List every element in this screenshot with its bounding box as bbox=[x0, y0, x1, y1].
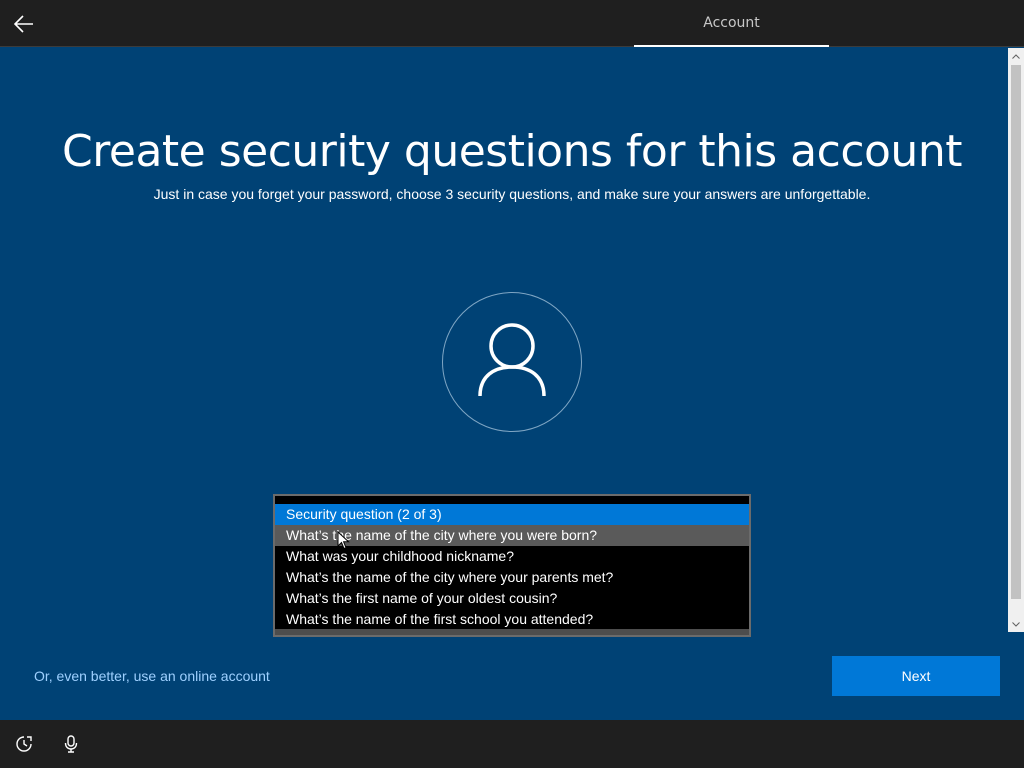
microphone-button[interactable] bbox=[61, 734, 81, 754]
dropdown-option-oldest-cousin[interactable]: What’s the first name of your oldest cou… bbox=[275, 588, 749, 609]
bottom-bar bbox=[0, 720, 1024, 768]
dropdown-option-placeholder[interactable]: Security question (2 of 3) bbox=[275, 504, 749, 525]
page-subtitle: Just in case you forget your password, c… bbox=[153, 186, 871, 202]
security-question-dropdown[interactable]: Security question (2 of 3) What’s the na… bbox=[273, 494, 751, 637]
page-title: Create security questions for this accou… bbox=[62, 126, 962, 177]
microphone-icon bbox=[64, 735, 78, 753]
online-account-link[interactable]: Or, even better, use an online account bbox=[34, 668, 270, 684]
ease-of-access-button[interactable] bbox=[14, 734, 34, 754]
next-button[interactable]: Next bbox=[832, 656, 1000, 696]
dropdown-bottom-edge bbox=[275, 629, 749, 635]
back-button[interactable] bbox=[8, 8, 40, 40]
avatar bbox=[442, 292, 582, 432]
ease-of-access-icon bbox=[16, 736, 32, 752]
mouse-cursor-icon bbox=[337, 531, 350, 550]
chevron-down-icon bbox=[1012, 621, 1020, 627]
scroll-up-button[interactable] bbox=[1008, 48, 1024, 64]
user-icon bbox=[478, 323, 546, 397]
tab-account[interactable]: Account bbox=[634, 0, 829, 47]
dropdown-option-parents-met-city[interactable]: What’s the name of the city where your p… bbox=[275, 567, 749, 588]
chevron-up-icon bbox=[1012, 53, 1020, 59]
dropdown-option-first-school[interactable]: What’s the name of the first school you … bbox=[275, 609, 749, 630]
scroll-down-button[interactable] bbox=[1008, 616, 1024, 632]
top-bar: Account bbox=[0, 0, 1024, 47]
arrow-left-icon bbox=[14, 15, 33, 33]
